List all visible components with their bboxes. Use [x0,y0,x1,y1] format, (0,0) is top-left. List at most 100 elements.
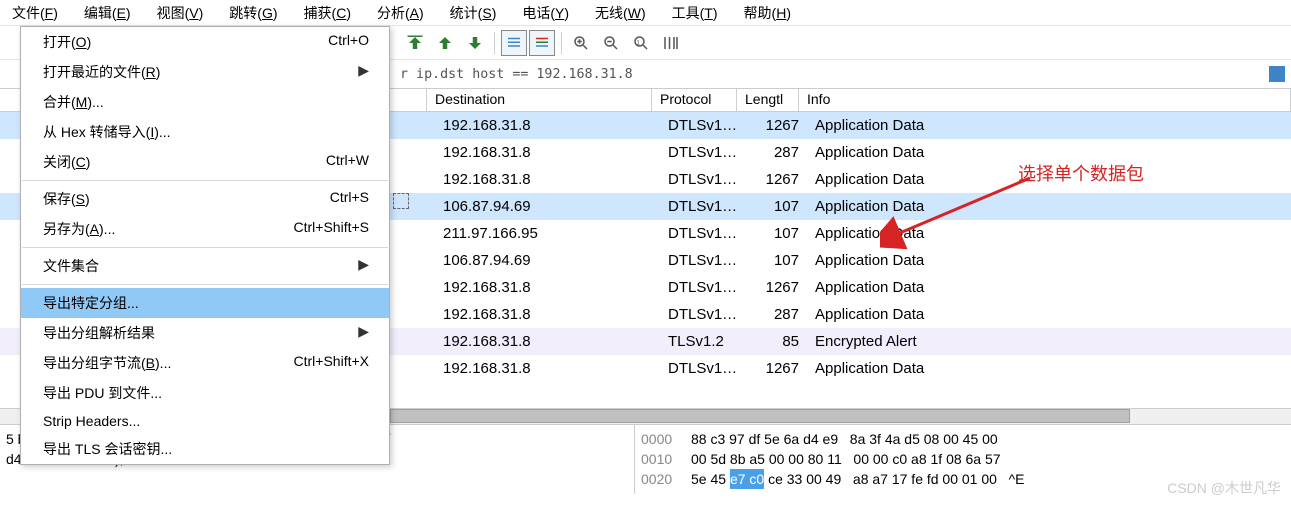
cell-info: Encrypted Alert [807,333,1291,350]
colorize-icon[interactable] [529,30,555,56]
cell-protocol: DTLSv1… [660,117,745,134]
menu-edit[interactable]: 编辑(E) [80,1,135,25]
menu-shortcut: Ctrl+O [328,32,369,52]
hex-bytes: ce 33 00 49 a8 a7 17 fe fd 00 01 00 ^E [764,469,1024,489]
menu-item[interactable]: 关闭(C)Ctrl+W [21,147,389,177]
go-up-icon[interactable] [432,30,458,56]
menu-bar: 文件(F) 编辑(E) 视图(V) 跳转(G) 捕获(C) 分析(A) 统计(S… [0,0,1291,26]
display-filter-input[interactable] [394,63,1265,85]
menu-item[interactable]: 从 Hex 转储导入(I)... [21,117,389,147]
submenu-arrow-icon: ▶ [358,256,369,276]
menu-separator [22,180,388,181]
menu-item-label: 导出分组字节流(B)... [43,353,171,373]
col-length[interactable]: Lengtl [737,89,799,111]
row-focus-indicator [393,193,409,209]
col-info[interactable]: Info [799,89,1291,111]
menu-shortcut: Ctrl+W [326,152,369,172]
cell-protocol: DTLSv1… [660,252,745,269]
menu-item-label: 合并(M)... [43,92,104,112]
menu-stats[interactable]: 统计(S) [446,1,501,25]
menu-item[interactable]: 打开最近的文件(R) ▶ [21,57,389,87]
cell-destination: 106.87.94.69 [435,252,660,269]
menu-tools[interactable]: 工具(T) [668,1,722,25]
cell-info: Application Data [807,306,1291,323]
menu-wireless[interactable]: 无线(W) [591,1,650,25]
menu-item[interactable]: 保存(S) Ctrl+S [21,184,389,214]
menu-analyze[interactable]: 分析(A) [373,1,428,25]
menu-item-label: 打开最近的文件(R) [43,62,160,82]
menu-item-label: 导出 TLS 会话密钥... [43,439,172,459]
menu-help[interactable]: 帮助(H) [740,1,795,25]
resize-cols-icon[interactable] [658,30,684,56]
menu-item[interactable]: 另存为(A)... Ctrl+Shift+S [21,214,389,244]
menu-view[interactable]: 视图(V) [153,1,208,25]
cell-info: Application Data [807,117,1291,134]
menu-capture[interactable]: 捕获(C) [300,1,355,25]
go-first-icon[interactable] [402,30,428,56]
cell-info: Application Data [807,360,1291,377]
cell-destination: 192.168.31.8 [435,171,660,188]
cell-length: 85 [745,333,807,350]
cell-info: Application Data [807,144,1291,161]
submenu-arrow-icon: ▶ [358,323,369,343]
hex-row[interactable]: 001000 5d 8b a5 00 00 80 11 00 00 c0 a8 … [641,449,1285,469]
cell-info: Application Data [807,252,1291,269]
hex-offset: 0010 [641,449,691,469]
cell-info: Application Data [807,279,1291,296]
zoom-reset-icon[interactable]: 1 [628,30,654,56]
hex-row[interactable]: 000088 c3 97 df 5e 6a d4 e9 8a 3f 4a d5 … [641,429,1285,449]
menu-item-label: 导出 PDU 到文件... [43,383,162,403]
zoom-in-icon[interactable] [568,30,594,56]
hex-bytes: 00 5d 8b a5 00 00 80 11 00 00 c0 a8 1f 0… [691,449,1001,469]
menu-item[interactable]: 导出 TLS 会话密钥... [21,434,389,464]
menu-item[interactable]: 合并(M)... [21,87,389,117]
cell-protocol: DTLSv1… [660,360,745,377]
menu-item[interactable]: 打开(O) Ctrl+O [21,27,389,57]
cell-destination: 106.87.94.69 [435,198,660,215]
menu-go[interactable]: 跳转(G) [225,1,281,25]
watermark: CSDN @木世凡华 [1167,478,1281,498]
cell-destination: 192.168.31.8 [435,279,660,296]
menu-item-label: Strip Headers... [43,413,140,429]
cell-protocol: DTLSv1… [660,144,745,161]
hex-offset: 0000 [641,429,691,449]
submenu-arrow-icon: ▶ [358,62,369,82]
cell-info: Application Data [807,225,1291,242]
menu-item[interactable]: 导出分组字节流(B)...Ctrl+Shift+X [21,348,389,378]
go-down-icon[interactable] [462,30,488,56]
hex-bytes: 88 c3 97 df 5e 6a d4 e9 8a 3f 4a d5 08 0… [691,429,998,449]
menu-shortcut: Ctrl+S [330,189,369,209]
zoom-out-icon[interactable] [598,30,624,56]
hex-bytes: 5e 45 [691,469,730,489]
menu-separator [22,247,388,248]
menu-item[interactable]: 导出 PDU 到文件... [21,378,389,408]
cell-protocol: DTLSv1… [660,198,745,215]
hex-bytes-selected: e7 c0 [730,469,764,489]
menu-telephony[interactable]: 电话(Y) [518,1,573,25]
cell-length: 1267 [745,171,807,188]
file-menu-dropdown: 打开(O) Ctrl+O 打开最近的文件(R) ▶ 合并(M)... 从 Hex 转储导入… [20,26,390,465]
autoscroll-icon[interactable] [501,30,527,56]
cell-length: 107 [745,198,807,215]
menu-item[interactable]: 文件集合▶ [21,251,389,281]
cell-length: 107 [745,252,807,269]
col-destination[interactable]: Destination [427,89,652,111]
menu-item[interactable]: 导出特定分组... [21,288,389,318]
hex-offset: 0020 [641,469,691,489]
cell-protocol: DTLSv1… [660,279,745,296]
menu-item-label: 导出特定分组... [43,293,139,313]
col-protocol[interactable]: Protocol [652,89,737,111]
cell-protocol: DTLSv1… [660,225,745,242]
menu-item-label: 打开(O) [43,32,91,52]
cell-length: 1267 [745,360,807,377]
cell-destination: 192.168.31.8 [435,144,660,161]
menu-item[interactable]: 导出分组解析结果▶ [21,318,389,348]
cell-info: Application Data [807,198,1291,215]
menu-item-label: 另存为(A)... [43,219,115,239]
filter-bookmark-icon[interactable] [1269,66,1285,82]
menu-shortcut: Ctrl+Shift+S [294,219,369,239]
menu-item-label: 保存(S) [43,189,90,209]
menu-file[interactable]: 文件(F) [8,1,62,25]
cell-destination: 192.168.31.8 [435,360,660,377]
menu-item[interactable]: Strip Headers... [21,408,389,434]
